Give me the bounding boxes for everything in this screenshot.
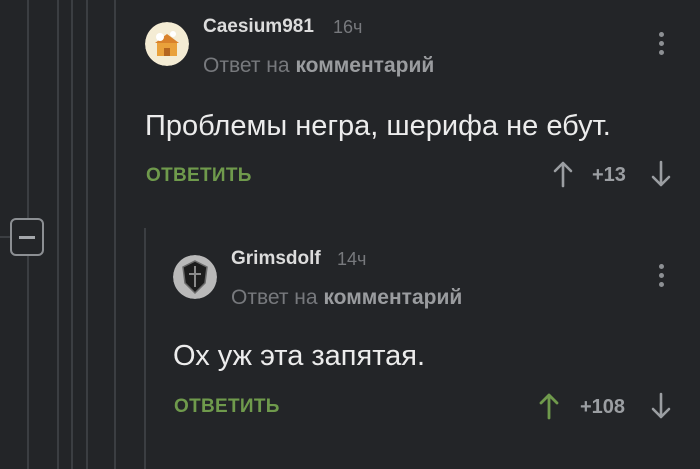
thread-line (27, 256, 29, 469)
parent-comment-link[interactable]: комментарий (323, 286, 462, 309)
reply-prefix: Ответ на (203, 54, 290, 77)
score: +13 (592, 164, 626, 186)
thread-connector (0, 236, 10, 238)
arrow-down-icon[interactable] (650, 392, 672, 425)
more-vertical-icon[interactable] (659, 32, 665, 59)
thread-line (57, 0, 59, 469)
collapse-thread-icon[interactable] (10, 218, 44, 256)
timestamp: 16ч (333, 17, 363, 37)
thread-line (114, 0, 116, 469)
reply-context: Ответ на комментарий (203, 54, 434, 78)
score: +108 (580, 396, 626, 418)
thread-line (86, 0, 88, 469)
comment-text: Ох уж эта запятая. (173, 340, 426, 372)
parent-comment-link[interactable]: комментарий (295, 54, 434, 77)
thread-line (27, 0, 29, 218)
username[interactable]: Caesium981 (203, 16, 314, 38)
reply-button[interactable]: ОТВЕТИТЬ (146, 165, 252, 187)
reply-button[interactable]: ОТВЕТИТЬ (174, 396, 280, 418)
avatar[interactable] (173, 255, 217, 299)
arrow-down-icon[interactable] (650, 160, 672, 193)
reply-prefix: Ответ на (231, 286, 318, 309)
arrow-up-icon[interactable] (538, 392, 560, 425)
arrow-up-icon[interactable] (552, 160, 574, 193)
comment-text: Проблемы негра, шерифа не ебут. (145, 110, 611, 142)
username[interactable]: Grimsdolf (231, 248, 321, 270)
reply-context: Ответ на комментарий (231, 286, 462, 310)
thread-line (71, 0, 73, 469)
more-vertical-icon[interactable] (659, 264, 665, 291)
timestamp: 14ч (337, 249, 367, 269)
avatar[interactable] (145, 22, 189, 66)
thread-line (144, 228, 146, 469)
